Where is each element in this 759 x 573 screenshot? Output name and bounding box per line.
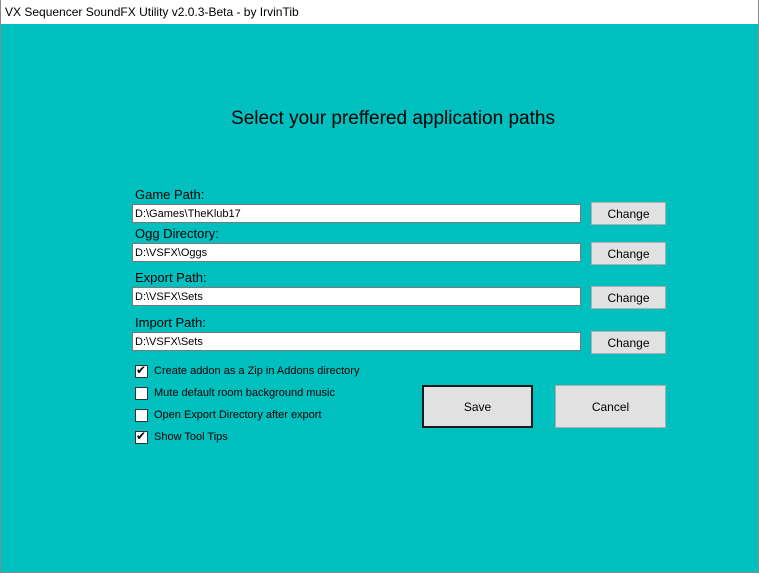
ogg-directory-label: Ogg Directory: bbox=[135, 226, 219, 241]
save-button[interactable]: Save bbox=[422, 385, 533, 428]
option-show-tooltips[interactable]: ✔ Show Tool Tips bbox=[135, 429, 228, 445]
game-path-label: Game Path: bbox=[135, 187, 205, 202]
change-game-path-button[interactable]: Change bbox=[591, 202, 666, 225]
game-path-input[interactable] bbox=[132, 204, 581, 223]
change-ogg-directory-button[interactable]: Change bbox=[591, 242, 666, 265]
open-export-dir-label: Open Export Directory after export bbox=[154, 409, 322, 421]
show-tooltips-label: Show Tool Tips bbox=[154, 431, 228, 443]
create-zip-label: Create addon as a Zip in Addons director… bbox=[154, 365, 360, 377]
option-create-zip[interactable]: ✔ Create addon as a Zip in Addons direct… bbox=[135, 363, 359, 379]
change-export-path-button[interactable]: Change bbox=[591, 286, 666, 309]
open-export-dir-checkbox[interactable] bbox=[135, 408, 148, 422]
export-path-input[interactable] bbox=[132, 287, 581, 306]
cancel-button[interactable]: Cancel bbox=[555, 385, 666, 428]
title-bar[interactable]: VX Sequencer SoundFX Utility v2.0.3-Beta… bbox=[1, 0, 758, 24]
option-open-export-dir[interactable]: Open Export Directory after export bbox=[135, 407, 322, 423]
mute-music-checkbox[interactable] bbox=[135, 386, 148, 400]
app-window: VX Sequencer SoundFX Utility v2.0.3-Beta… bbox=[0, 0, 759, 573]
ogg-directory-input[interactable] bbox=[132, 243, 581, 262]
settings-panel: Select your preffered application paths … bbox=[1, 24, 758, 572]
import-path-label: Import Path: bbox=[135, 315, 206, 330]
create-zip-checkbox[interactable]: ✔ bbox=[135, 362, 148, 378]
checkmark-icon: ✔ bbox=[136, 362, 147, 377]
export-path-label: Export Path: bbox=[135, 270, 207, 285]
page-title: Select your preffered application paths bbox=[231, 108, 555, 129]
window-title: VX Sequencer SoundFX Utility v2.0.3-Beta… bbox=[5, 5, 299, 19]
mute-music-label: Mute default room background music bbox=[154, 387, 335, 399]
option-mute-music[interactable]: Mute default room background music bbox=[135, 385, 335, 401]
checkmark-icon: ✔ bbox=[136, 428, 147, 443]
import-path-input[interactable] bbox=[132, 332, 581, 351]
change-import-path-button[interactable]: Change bbox=[591, 331, 666, 354]
show-tooltips-checkbox[interactable]: ✔ bbox=[135, 428, 148, 444]
